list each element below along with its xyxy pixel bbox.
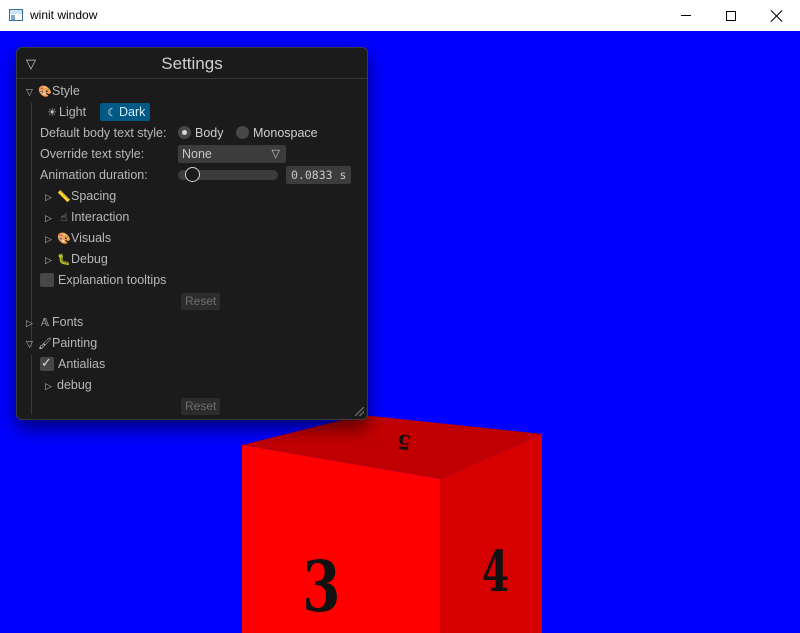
collapsed-triangle-icon: ▷ <box>45 192 52 202</box>
maximize-icon <box>726 10 736 21</box>
theme-dark-label: Dark <box>119 105 146 119</box>
cube-front-number: 3 <box>302 545 340 628</box>
radio-monospace-label: Monospace <box>253 126 318 140</box>
spacing-label: Spacing <box>71 189 117 203</box>
debug-section[interactable]: ▷ 🐛Debug <box>45 250 108 268</box>
moon-icon: ☾ <box>107 107 117 119</box>
checkbox-unchecked-icon <box>40 273 54 287</box>
style-indent-line <box>31 103 32 348</box>
collapsed-triangle-icon: ▷ <box>45 234 52 244</box>
theme-light-label: Light <box>59 105 87 119</box>
antialias-label: Antialias <box>58 357 106 371</box>
collapsed-triangle-icon: ▷ <box>26 318 33 328</box>
explanation-tooltips-label: Explanation tooltips <box>58 273 167 287</box>
collapsed-triangle-icon: ▷ <box>45 381 52 391</box>
cube-side-number: 4 <box>482 540 509 605</box>
fonts-section[interactable]: ▷ 𝔸 Fonts <box>26 313 83 331</box>
debug-painting-label: debug <box>57 378 92 392</box>
painting-label: Painting <box>52 336 98 350</box>
collapsed-triangle-icon: ▷ <box>45 213 52 223</box>
painting-reset-button[interactable]: Reset <box>181 398 221 415</box>
style-reset-button[interactable]: Reset <box>181 293 221 310</box>
checkbox-checked-icon <box>40 354 54 372</box>
fonts-label: Fonts <box>52 315 84 329</box>
antialias-checkbox[interactable]: Antialias <box>40 354 106 373</box>
painting-section-header[interactable]: ▽ 🖌Painting <box>26 334 97 352</box>
minimize-icon <box>681 15 691 16</box>
font-icon: 𝔸 <box>40 317 50 329</box>
resize-grip-icon[interactable] <box>355 407 364 416</box>
close-button[interactable] <box>754 0 800 31</box>
animation-duration-label: Animation duration: <box>40 168 148 182</box>
ruler-icon: 📏 <box>57 191 71 203</box>
slider-handle[interactable] <box>185 167 200 182</box>
settings-title: Settings <box>161 54 223 73</box>
expanded-triangle-icon: ▽ <box>26 87 33 97</box>
theme-dark-button[interactable]: ☾ Dark <box>100 103 151 121</box>
settings-title-bar[interactable]: ▽ Settings <box>17 48 367 79</box>
render-viewport[interactable]: 5 3 4 ▽ Settings ▽ 🎨Style ☀ Light ☾ Dark De… <box>0 31 800 633</box>
minimize-button[interactable] <box>663 0 709 31</box>
debug-painting-section[interactable]: ▷ debug <box>45 376 92 394</box>
painting-indent-line <box>31 355 32 415</box>
body-text-style-label: Default body text style: <box>40 126 167 140</box>
dropdown-arrow-icon: ▽ <box>271 148 280 160</box>
window-titlebar[interactable]: winit window <box>0 0 800 31</box>
override-text-style-label: Override text style: <box>40 147 145 161</box>
brush-icon: 🖌 <box>38 338 52 350</box>
visuals-label: Visuals <box>71 231 112 245</box>
override-value: None <box>182 147 212 161</box>
explanation-tooltips-checkbox[interactable]: Explanation tooltips <box>40 271 166 289</box>
debug-label: Debug <box>71 252 108 266</box>
collapsed-triangle-icon: ▷ <box>45 255 52 265</box>
radio-body-label: Body <box>195 126 224 140</box>
expanded-triangle-icon: ▽ <box>26 339 33 349</box>
radio-unselected-icon <box>236 126 249 139</box>
visuals-section[interactable]: ▷ 🎨Visuals <box>45 229 111 247</box>
settings-window[interactable]: ▽ Settings ▽ 🎨Style ☀ Light ☾ Dark Default … <box>16 47 368 420</box>
pointer-hand-icon: ☝ <box>60 212 68 224</box>
spacing-section[interactable]: ▷ 📏Spacing <box>45 187 116 205</box>
close-icon <box>771 10 783 22</box>
interaction-label: Interaction <box>71 210 130 224</box>
maximize-button[interactable] <box>708 0 754 31</box>
override-text-style-select[interactable]: None ▽ <box>178 145 286 163</box>
app-window-icon <box>9 9 23 21</box>
radio-selected-icon <box>178 126 191 139</box>
interaction-section[interactable]: ▷ ☝ Interaction <box>45 208 129 226</box>
style-section-header[interactable]: ▽ 🎨Style <box>26 82 80 100</box>
theme-light-button[interactable]: ☀ Light <box>40 103 91 121</box>
bug-icon: 🐛 <box>57 254 71 266</box>
palette-icon: 🎨 <box>38 86 52 98</box>
animation-duration-value[interactable]: 0.0833 s <box>286 166 352 184</box>
radio-monospace[interactable]: Monospace <box>236 124 318 142</box>
sun-icon: ☀ <box>47 107 57 119</box>
palette-icon: 🎨 <box>57 233 71 245</box>
radio-body[interactable]: Body <box>178 124 224 142</box>
style-header-label: Style <box>52 84 80 98</box>
window-title: winit window <box>30 8 98 22</box>
